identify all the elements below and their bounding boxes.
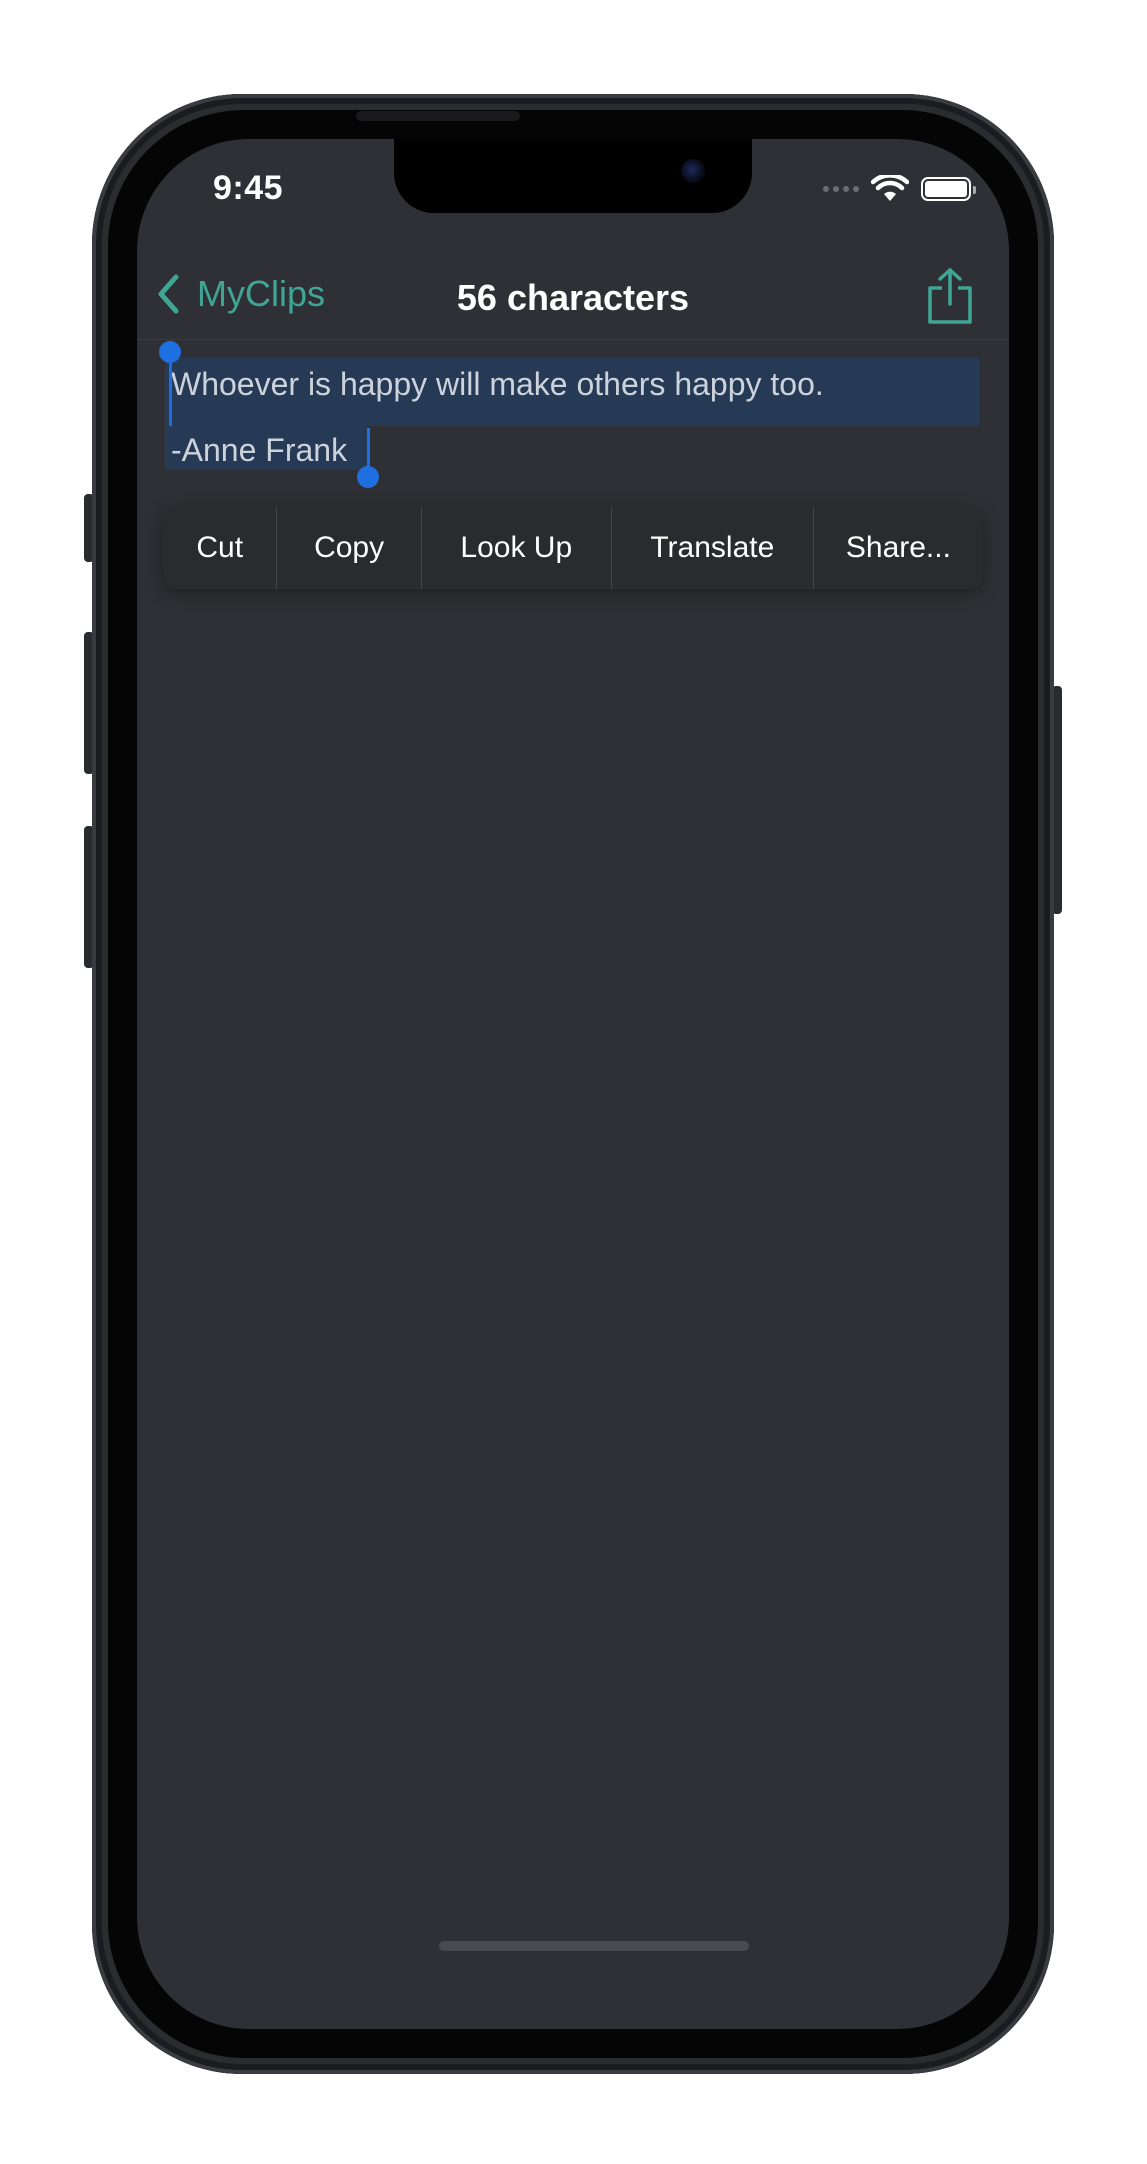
- selection-start-handle[interactable]: [159, 341, 181, 363]
- text-line-quote: Whoever is happy will make others happy …: [171, 366, 824, 402]
- wifi-icon: [871, 175, 909, 201]
- notch: [394, 139, 752, 213]
- status-icons: [823, 175, 976, 203]
- selection-end-handle[interactable]: [357, 466, 379, 488]
- battery-full-icon: [921, 177, 976, 201]
- menu-item-cut[interactable]: Cut: [163, 507, 278, 589]
- share-icon[interactable]: [925, 267, 975, 325]
- edit-context-menu: Cut Copy Look Up Translate Share...: [163, 507, 983, 589]
- status-time: 9:45: [213, 169, 284, 207]
- cellular-signal-icon: [823, 186, 859, 192]
- navigation-bar: MyClips 56 characters: [137, 251, 1009, 340]
- menu-item-copy[interactable]: Copy: [277, 507, 422, 589]
- menu-item-translate[interactable]: Translate: [612, 507, 814, 589]
- screen: 9:45 MyClips 56 characters Whoever is ha…: [137, 139, 1009, 2029]
- earpiece-speaker: [356, 111, 520, 121]
- page-title: 56 characters: [456, 277, 690, 318]
- menu-item-look-up[interactable]: Look Up: [422, 507, 612, 589]
- menu-item-share[interactable]: Share...: [814, 507, 983, 589]
- front-camera: [681, 159, 705, 183]
- text-line-author: -Anne Frank: [171, 432, 348, 468]
- selection-start-bar: [169, 358, 172, 426]
- home-indicator[interactable]: [439, 1941, 749, 1951]
- device-frame: 9:45 MyClips 56 characters Whoever is ha…: [0, 0, 1147, 2164]
